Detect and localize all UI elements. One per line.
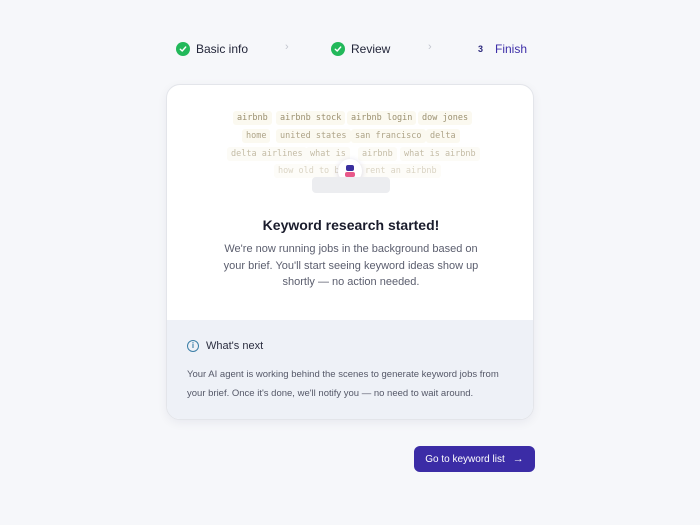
keyword-chip: delta airlines — [227, 147, 307, 161]
step-label: Finish — [495, 42, 528, 56]
keyword-chip: united states — [276, 129, 351, 143]
card-description: We're now running jobs in the background… — [223, 243, 479, 288]
arrow-right-icon: → — [512, 453, 524, 465]
button-label: Go to keyword list — [425, 453, 505, 465]
whats-next-text: Your AI agent is working behind the scen… — [187, 369, 499, 399]
whats-next-panel: i What's next Your AI agent is working b… — [167, 320, 533, 419]
step-label: Review — [351, 42, 391, 56]
chevron-right-icon: › — [285, 41, 289, 53]
keyword-chip: airbnb stock — [276, 111, 346, 125]
step-number: 3 — [478, 44, 484, 54]
status-card: airbnb airbnb stock airbnb login dow jon… — [166, 84, 534, 420]
go-to-keyword-list-button[interactable]: Go to keyword list → — [414, 446, 535, 472]
step-finish[interactable]: 3 Finish — [478, 38, 527, 60]
whats-next-title: What's next — [206, 340, 264, 352]
keyword-chip: home — [242, 129, 271, 143]
step-label: Basic info — [196, 42, 249, 56]
keyword-chip: san francisco — [351, 129, 426, 143]
whats-next-header: i What's next — [187, 340, 263, 352]
robot-icon — [345, 165, 355, 177]
keyword-chip: what is — [306, 147, 350, 161]
loading-placeholder — [312, 177, 390, 193]
keyword-chip: what is airbnb — [400, 147, 480, 161]
info-icon: i — [187, 340, 199, 352]
check-icon — [331, 42, 345, 56]
keyword-chip: airbnb — [358, 147, 397, 161]
step-basic-info[interactable]: Basic info — [176, 38, 248, 60]
step-review[interactable]: Review — [331, 38, 390, 60]
check-icon — [176, 42, 190, 56]
keyword-chip: airbnb login — [347, 111, 417, 125]
keyword-chip: delta — [426, 129, 460, 143]
keyword-chip: airbnb — [233, 111, 272, 125]
keyword-chip: dow jones — [418, 111, 473, 125]
card-title: Keyword research started! — [262, 217, 440, 233]
keyword-cloud: airbnb airbnb stock airbnb login dow jon… — [167, 107, 533, 197]
chevron-right-icon: › — [428, 41, 432, 53]
progress-stepper: Basic info › Review › 3 Finish — [176, 38, 527, 60]
